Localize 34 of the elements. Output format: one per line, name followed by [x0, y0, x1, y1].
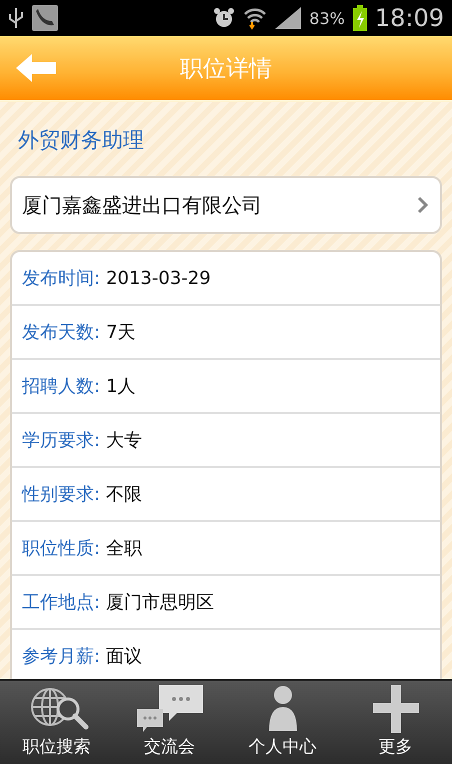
wifi-icon: [243, 6, 268, 30]
alarm-icon: [213, 7, 236, 29]
back-arrow-icon[interactable]: [16, 54, 56, 82]
chevron-right-icon: [416, 195, 430, 215]
detail-label: 参考月薪:: [22, 645, 100, 668]
detail-label: 发布天数:: [22, 321, 100, 344]
detail-value: 厦门市思明区: [106, 591, 214, 614]
detail-label: 职位性质:: [22, 537, 100, 560]
nav-tab[interactable]: 个人中心: [226, 681, 339, 764]
detail-label: 学历要求:: [22, 429, 100, 452]
chat-bubbles-icon: [134, 683, 204, 733]
battery-percent: 83%: [309, 8, 345, 28]
detail-value: 7天: [106, 321, 136, 344]
page-title: 职位详情: [180, 54, 272, 84]
nav-tab[interactable]: 更多: [339, 681, 452, 764]
job-title: 外贸财务助理: [17, 127, 145, 154]
detail-value: 不限: [106, 483, 142, 506]
signal-icon: [275, 7, 302, 29]
detail-label: 招聘人数:: [22, 375, 100, 398]
detail-value: 1人: [106, 375, 136, 398]
company-name: 厦门嘉鑫盛进出口有限公司: [22, 192, 262, 218]
detail-label: 工作地点:: [22, 591, 100, 614]
detail-value: 大专: [106, 429, 142, 452]
battery-charging-icon: [352, 5, 367, 31]
detail-label: 发布时间:: [22, 267, 100, 290]
usb-icon: [8, 6, 24, 30]
nav-tab[interactable]: 交流会: [113, 681, 226, 764]
detail-value: 全职: [106, 537, 142, 560]
nav-tab[interactable]: 职位搜索: [0, 681, 113, 764]
detail-value: 面议: [106, 645, 142, 668]
detail-label: 性别要求:: [22, 483, 100, 506]
company-link[interactable]: 厦门嘉鑫盛进出口有限公司: [10, 176, 442, 234]
clock-time: 18:09: [374, 4, 444, 32]
detail-value: 2013-03-29: [106, 268, 211, 288]
